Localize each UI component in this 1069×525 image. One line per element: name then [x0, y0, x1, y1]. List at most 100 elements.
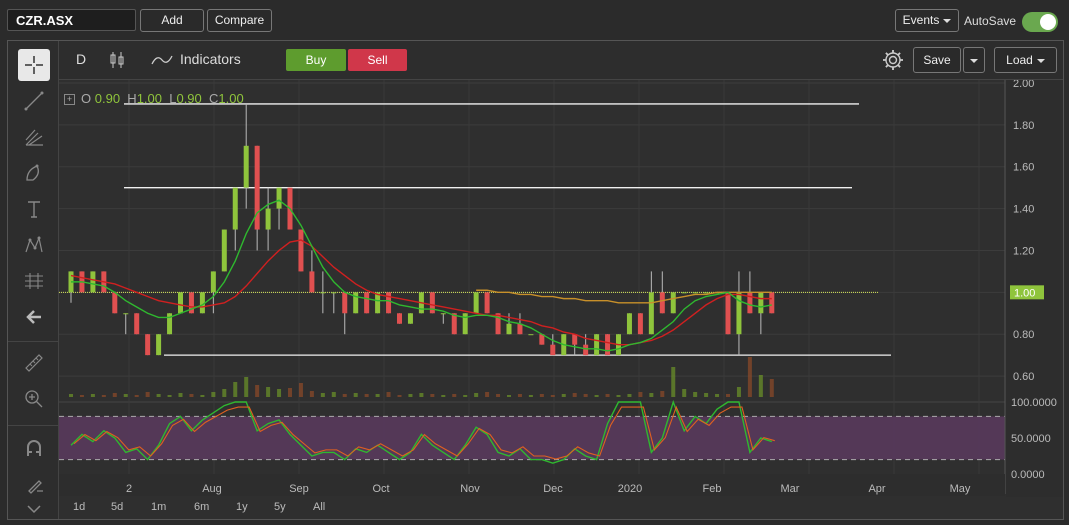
- volume-bar: [550, 395, 555, 397]
- volume-bar: [605, 394, 610, 397]
- volume-bar: [156, 394, 161, 397]
- ohlc-legend: + O 0.90 H1.00 L0.90 C1.00: [64, 91, 244, 106]
- volume-bar: [638, 392, 643, 397]
- range-1m[interactable]: 1m: [151, 501, 166, 513]
- indicators-button[interactable]: Indicators: [180, 51, 241, 67]
- volume-bar: [594, 395, 599, 397]
- candle-body: [221, 229, 227, 272]
- candle-body: [298, 229, 304, 272]
- time-tick-label: May: [950, 483, 971, 495]
- volume-bar: [726, 394, 730, 397]
- interval-selector[interactable]: D: [76, 51, 86, 67]
- legend-expand-icon[interactable]: +: [64, 94, 75, 106]
- candle-body: [605, 334, 611, 356]
- load-dropdown[interactable]: Load: [994, 47, 1057, 73]
- candle-body: [364, 292, 370, 314]
- toggle-knob: [1040, 14, 1056, 30]
- rsi-panel: [59, 399, 1005, 464]
- volume-bar: [485, 392, 490, 397]
- volume-bar: [660, 391, 665, 397]
- brush-icon[interactable]: [18, 157, 50, 189]
- candle-body: [320, 292, 326, 294]
- price-chart[interactable]: 2.00 1.80 1.60 1.40 1.20 1.00 0.80 0.60 1.00 100.…: [59, 80, 1063, 497]
- volume-bar: [649, 393, 654, 397]
- candle-body: [692, 292, 698, 294]
- volume-bar: [298, 383, 303, 397]
- gear-icon[interactable]: [881, 48, 905, 77]
- candle-type-icon[interactable]: [109, 50, 125, 75]
- save-button[interactable]: Save: [913, 47, 961, 73]
- symbol-input[interactable]: CZR.ASX: [7, 9, 136, 31]
- price-tick-label: 1.20: [1013, 245, 1034, 257]
- trendline-icon[interactable]: [18, 85, 50, 117]
- volume-bar: [408, 394, 413, 397]
- volume-bar: [769, 379, 774, 397]
- candle-body: [517, 323, 523, 335]
- time-tick-label: Sep: [289, 483, 309, 495]
- candle-body: [484, 292, 490, 314]
- candle-body: [440, 313, 446, 315]
- volume-bar: [715, 394, 720, 397]
- candle-body: [134, 313, 140, 335]
- candle-body: [670, 292, 676, 314]
- candle-body: [232, 187, 238, 230]
- save-options-button[interactable]: [963, 47, 985, 73]
- volume-bar: [517, 394, 522, 397]
- volume-bar: [309, 391, 314, 397]
- volume-bar: [758, 375, 763, 397]
- add-button[interactable]: Add: [140, 9, 204, 32]
- price-tick-label: 0.80: [1013, 329, 1034, 341]
- autosave-label: AutoSave: [964, 14, 1017, 28]
- volume-bar: [419, 393, 424, 397]
- volume-bar: [277, 389, 282, 397]
- load-label: Load: [1006, 53, 1033, 67]
- volume-bar: [90, 394, 95, 397]
- volume-bar: [342, 394, 347, 397]
- candle-body: [123, 313, 129, 315]
- rsi-tick-label: 0.0000: [1011, 469, 1045, 481]
- candle-body: [725, 292, 731, 335]
- volume-bar: [244, 377, 249, 397]
- candle-body: [397, 313, 402, 324]
- crosshair-icon[interactable]: [18, 49, 50, 81]
- range-1d[interactable]: 1d: [73, 501, 85, 513]
- range-1y[interactable]: 1y: [236, 501, 248, 513]
- range-5y[interactable]: 5y: [274, 501, 286, 513]
- volume-bar: [320, 393, 325, 397]
- magnet-icon[interactable]: [18, 433, 50, 465]
- range-5d[interactable]: 5d: [111, 501, 123, 513]
- compare-button[interactable]: Compare: [207, 9, 272, 32]
- candle-body: [112, 292, 118, 314]
- back-arrow-icon[interactable]: [18, 301, 50, 333]
- ruler-icon[interactable]: [18, 347, 50, 379]
- volume-bar: [671, 367, 676, 397]
- price-pane: [59, 80, 1005, 400]
- price-tick-label: 0.60: [1013, 371, 1034, 383]
- autosave-toggle[interactable]: [1022, 12, 1058, 32]
- volume-bar: [704, 393, 709, 397]
- rsi-tick-label: 50.0000: [1011, 433, 1051, 445]
- volume-bar: [288, 388, 292, 397]
- tool-divider: [8, 425, 58, 426]
- last-price-label: 1.00: [1014, 287, 1035, 299]
- events-dropdown[interactable]: Events: [895, 9, 959, 32]
- chevron-down-icon: [1036, 58, 1045, 63]
- candle-body: [594, 334, 600, 356]
- sell-button[interactable]: Sell: [348, 49, 407, 71]
- range-6m[interactable]: 6m: [194, 501, 209, 513]
- volume-bar: [386, 392, 391, 397]
- chevron-down-icon[interactable]: [18, 493, 50, 525]
- text-icon[interactable]: [18, 193, 50, 225]
- buy-button[interactable]: Buy: [286, 49, 346, 71]
- measure-icon[interactable]: [18, 265, 50, 297]
- zoom-in-icon[interactable]: [18, 383, 50, 415]
- candle-body: [703, 292, 709, 294]
- candle-body: [243, 145, 249, 188]
- pattern-icon[interactable]: [18, 229, 50, 261]
- volume-bar: [627, 394, 632, 397]
- pitchfork-icon[interactable]: [18, 121, 50, 153]
- volume-bar: [123, 394, 128, 397]
- time-tick-label: 2020: [618, 483, 642, 495]
- volume-bar: [747, 357, 752, 397]
- range-all[interactable]: All: [313, 501, 325, 513]
